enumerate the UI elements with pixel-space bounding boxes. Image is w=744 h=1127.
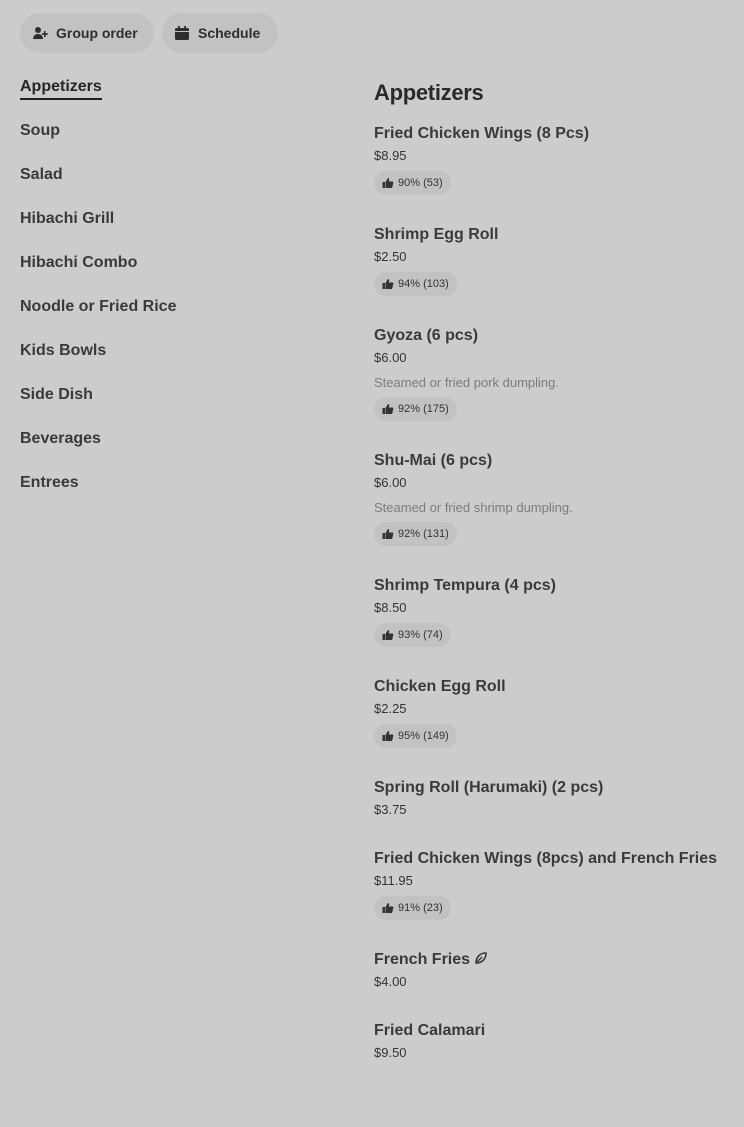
- thumbs-up-icon: [382, 403, 394, 415]
- nav-item-label: Noodle or Fried Rice: [20, 298, 177, 315]
- nav-item-side-dish[interactable]: Side Dish: [20, 384, 320, 428]
- nav-item-hibachi-combo[interactable]: Hibachi Combo: [20, 252, 320, 296]
- group-order-label: Group order: [56, 25, 138, 41]
- item-name: Fried Chicken Wings (8pcs) and French Fr…: [374, 850, 718, 867]
- item-price: $8.50: [374, 600, 407, 615]
- item-name: Shrimp Egg Roll: [374, 226, 499, 243]
- nav-item-noodle-or-fried-rice[interactable]: Noodle or Fried Rice: [20, 296, 320, 340]
- item-name: Chicken Egg Roll: [374, 678, 506, 695]
- menu-item[interactable]: Gyoza (6 pcs) $6.00 Steamed or fried por…: [374, 326, 734, 421]
- thumbs-up-icon: [382, 278, 394, 290]
- item-name: Shrimp Tempura (4 pcs): [374, 577, 556, 594]
- rating-text: 90% (53): [398, 177, 443, 189]
- rating-badge: 92% (131): [374, 522, 457, 546]
- nav-item-salad[interactable]: Salad: [20, 164, 320, 208]
- menu-item[interactable]: Fried Calamari $9.50: [374, 1021, 734, 1059]
- rating-text: 91% (23): [398, 902, 443, 914]
- rating-text: 94% (103): [398, 278, 449, 290]
- leaf-icon: [474, 951, 488, 965]
- rating-text: 92% (175): [398, 403, 449, 415]
- menu-item[interactable]: Fried Chicken Wings (8 Pcs) $8.95 90% (5…: [374, 124, 734, 195]
- nav-item-entrees[interactable]: Entrees: [20, 472, 320, 516]
- rating-badge: 91% (23): [374, 896, 451, 920]
- section-title: Appetizers: [374, 80, 484, 105]
- rating-badge: 95% (149): [374, 724, 457, 748]
- rating-badge: 94% (103): [374, 272, 457, 296]
- nav-item-label: Side Dish: [20, 386, 93, 403]
- rating-text: 93% (74): [398, 629, 443, 641]
- rating-badge: 92% (175): [374, 397, 457, 421]
- thumbs-up-icon: [382, 902, 394, 914]
- item-name: French Fries: [374, 951, 471, 968]
- item-price: $4.00: [374, 974, 407, 989]
- menu-item[interactable]: Shu-Mai (6 pcs) $6.00 Steamed or fried s…: [374, 451, 734, 546]
- nav-item-soup[interactable]: Soup: [20, 120, 320, 164]
- nav-item-label: Hibachi Grill: [20, 210, 115, 227]
- menu-item[interactable]: French Fries $4.00: [374, 950, 734, 988]
- item-name: Fried Calamari: [374, 1022, 486, 1039]
- item-price: $3.75: [374, 802, 407, 817]
- schedule-button[interactable]: Schedule: [162, 13, 278, 53]
- item-name-row: French Fries: [374, 950, 734, 970]
- item-price: $6.00: [374, 475, 407, 490]
- order-actions: Group order Schedule: [20, 13, 278, 53]
- category-nav: Appetizers Soup Salad Hibachi Grill Hiba…: [20, 76, 320, 516]
- item-price: $8.95: [374, 148, 407, 163]
- nav-item-label: Appetizers: [20, 76, 102, 100]
- item-price: $11.95: [374, 873, 413, 888]
- item-price: $9.50: [374, 1045, 407, 1060]
- item-name: Gyoza (6 pcs): [374, 327, 479, 344]
- rating-text: 92% (131): [398, 528, 449, 540]
- item-price: $2.25: [374, 701, 407, 716]
- schedule-label: Schedule: [198, 25, 261, 41]
- nav-item-label: Kids Bowls: [20, 342, 107, 359]
- nav-item-kids-bowls[interactable]: Kids Bowls: [20, 340, 320, 384]
- nav-item-label: Entrees: [20, 474, 79, 491]
- nav-item-appetizers[interactable]: Appetizers: [20, 76, 320, 120]
- item-price: $6.00: [374, 350, 407, 365]
- nav-item-label: Salad: [20, 166, 63, 183]
- thumbs-up-icon: [382, 528, 394, 540]
- nav-item-beverages[interactable]: Beverages: [20, 428, 320, 472]
- rating-text: 95% (149): [398, 730, 449, 742]
- menu-section: Appetizers Fried Chicken Wings (8 Pcs) $…: [374, 76, 734, 1059]
- rating-badge: 93% (74): [374, 623, 451, 647]
- item-name: Fried Chicken Wings (8 Pcs): [374, 125, 590, 142]
- menu-item[interactable]: Shrimp Egg Roll $2.50 94% (103): [374, 225, 734, 296]
- item-price: $2.50: [374, 249, 407, 264]
- thumbs-up-icon: [382, 730, 394, 742]
- nav-item-label: Soup: [20, 122, 60, 139]
- rating-badge: 90% (53): [374, 171, 451, 195]
- group-order-button[interactable]: Group order: [20, 13, 154, 53]
- item-name: Spring Roll (Harumaki) (2 pcs): [374, 779, 604, 796]
- calendar-icon: [174, 25, 190, 41]
- menu-item[interactable]: Fried Chicken Wings (8pcs) and French Fr…: [374, 849, 734, 920]
- store-menu-page: Group order Schedule Appetizers Soup Sal…: [0, 0, 744, 1127]
- menu-item[interactable]: Shrimp Tempura (4 pcs) $8.50 93% (74): [374, 576, 734, 647]
- nav-item-hibachi-grill[interactable]: Hibachi Grill: [20, 208, 320, 252]
- nav-item-label: Beverages: [20, 430, 101, 447]
- item-description: Steamed or fried pork dumpling.: [374, 375, 559, 390]
- add-person-icon: [32, 25, 48, 41]
- thumbs-up-icon: [382, 629, 394, 641]
- nav-item-label: Hibachi Combo: [20, 254, 138, 271]
- menu-item[interactable]: Spring Roll (Harumaki) (2 pcs) $3.75: [374, 778, 734, 816]
- thumbs-up-icon: [382, 177, 394, 189]
- menu-item[interactable]: Chicken Egg Roll $2.25 95% (149): [374, 677, 734, 748]
- item-name: Shu-Mai (6 pcs): [374, 452, 493, 469]
- item-description: Steamed or fried shrimp dumpling.: [374, 500, 573, 515]
